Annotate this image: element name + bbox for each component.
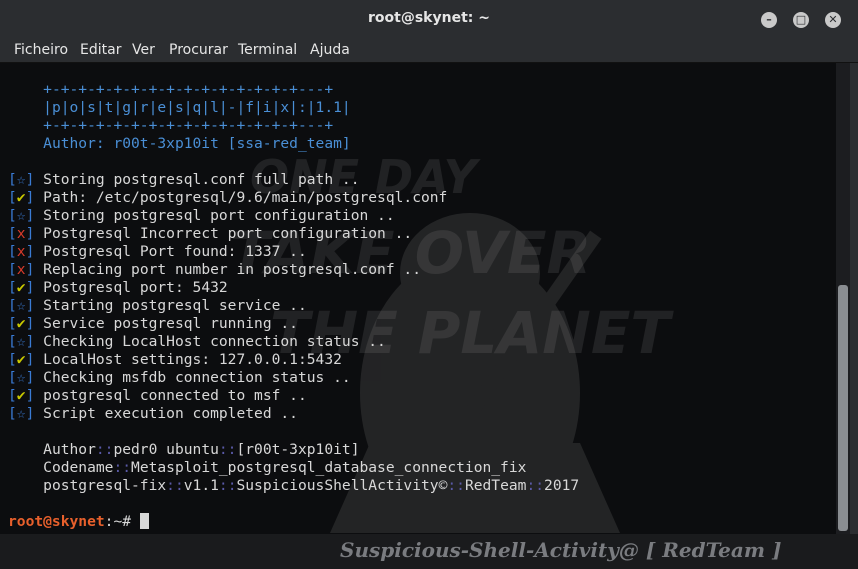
log-message: LocalHost settings: 127.0.0.1:5432 (43, 351, 342, 368)
log-line: [✔] Path: /etc/postgresql/9.6/main/postg… (8, 189, 448, 206)
prompt-path: :~# (104, 513, 140, 530)
scrollbar[interactable] (836, 63, 850, 534)
credits-codename-line: Codename::Metasploit_postgresql_database… (43, 459, 527, 476)
star-icon: ☆ (16, 207, 26, 224)
checkmark-icon: ✔ (16, 279, 26, 296)
log-line: [☆] Script execution completed .. (8, 405, 298, 422)
log-line: [✔] Postgresql port: 5432 (8, 279, 228, 296)
menu-bar: Ficheiro Editar Ver Procurar Terminal Aj… (0, 38, 858, 63)
star-icon: ☆ (16, 405, 26, 422)
log-message: postgresql connected to msf .. (43, 387, 307, 404)
star-icon: ☆ (16, 369, 26, 386)
banner-author: Author: r00t-3xp10it [ssa-red_team] (43, 135, 351, 152)
menu-ver[interactable]: Ver (132, 42, 155, 58)
credits-version-line: postgresql-fix::v1.1::SuspiciousShellAct… (43, 477, 580, 494)
title-bar[interactable]: root@skynet: ~ – □ ✕ (0, 0, 858, 38)
maximize-icon[interactable]: □ (793, 12, 809, 28)
menu-editar[interactable]: Editar (80, 42, 121, 58)
checkmark-icon: ✔ (16, 189, 26, 206)
scrollbar-thumb[interactable] (838, 285, 848, 531)
prompt-user-host: root@skynet (8, 513, 105, 530)
log-message: Postgresql Incorrect port configuration … (43, 225, 413, 242)
minimize-icon[interactable]: – (761, 12, 777, 28)
menu-ficheiro[interactable]: Ficheiro (14, 42, 68, 58)
log-message: Checking msfdb connection status .. (43, 369, 351, 386)
log-line: [☆] Storing postgresql.conf full path .. (8, 171, 360, 188)
window-title: root@skynet: ~ (368, 10, 490, 26)
text-cursor (139, 513, 149, 529)
log-message: Starting postgresql service .. (43, 297, 307, 314)
log-message: Postgresql port: 5432 (43, 279, 228, 296)
log-message: Script execution completed .. (43, 405, 298, 422)
banner-border-bottom: +-+-+-+-+-+-+-+-+-+-+-+-+-+-+---+ (43, 117, 334, 134)
credits-author-line: Author::pedr0 ubuntu::[r00t-3xp10it] (43, 441, 360, 458)
log-line: [☆] Checking msfdb connection status .. (8, 369, 351, 386)
terminal-output[interactable]: ONE DAY TAKE OVER THE PLANET +-+-+-+-+-+… (0, 63, 836, 534)
menu-ajuda[interactable]: Ajuda (310, 42, 350, 58)
log-line: [☆] Starting postgresql service .. (8, 297, 307, 314)
x-icon: x (16, 261, 26, 278)
checkmark-icon: ✔ (16, 351, 26, 368)
log-line: [☆] Storing postgresql port configuratio… (8, 207, 395, 224)
log-message: Path: /etc/postgresql/9.6/main/postgresq… (43, 189, 448, 206)
log-message: Service postgresql running .. (43, 315, 298, 332)
log-line: [✔] postgresql connected to msf .. (8, 387, 307, 404)
footer-watermark: Suspicious-Shell-Activity@ [ RedTeam ] (340, 538, 782, 562)
log-line: [x] Postgresql Port found: 1337 .. (8, 243, 307, 260)
log-message: Checking LocalHost connection status .. (43, 333, 386, 350)
checkmark-icon: ✔ (16, 315, 26, 332)
shell-prompt[interactable]: root@skynet:~# (8, 513, 149, 531)
log-line: [☆] Checking LocalHost connection status… (8, 333, 386, 350)
log-message: Replacing port number in postgresql.conf… (43, 261, 421, 278)
menu-terminal[interactable]: Terminal (238, 42, 297, 58)
star-icon: ☆ (16, 297, 26, 314)
star-icon: ☆ (16, 171, 26, 188)
log-line: [x] Postgresql Incorrect port configurat… (8, 225, 413, 242)
log-line: [x] Replacing port number in postgresql.… (8, 261, 421, 278)
log-line: [✔] Service postgresql running .. (8, 315, 298, 332)
log-line: [✔] LocalHost settings: 127.0.0.1:5432 (8, 351, 342, 368)
window-border (850, 63, 858, 534)
x-icon: x (16, 225, 26, 242)
menu-procurar[interactable]: Procurar (169, 42, 228, 58)
close-icon[interactable]: ✕ (825, 12, 841, 28)
checkmark-icon: ✔ (16, 387, 26, 404)
banner-border-top: +-+-+-+-+-+-+-+-+-+-+-+-+-+-+---+ (43, 81, 334, 98)
log-message: Postgresql Port found: 1337 .. (43, 243, 307, 260)
log-message: Storing postgresql.conf full path .. (43, 171, 360, 188)
star-icon: ☆ (16, 333, 26, 350)
x-icon: x (16, 243, 26, 260)
log-message: Storing postgresql port configuration .. (43, 207, 395, 224)
banner-name: |p|o|s|t|g|r|e|s|q|l|-|f|i|x|:|1.1| (43, 99, 351, 116)
